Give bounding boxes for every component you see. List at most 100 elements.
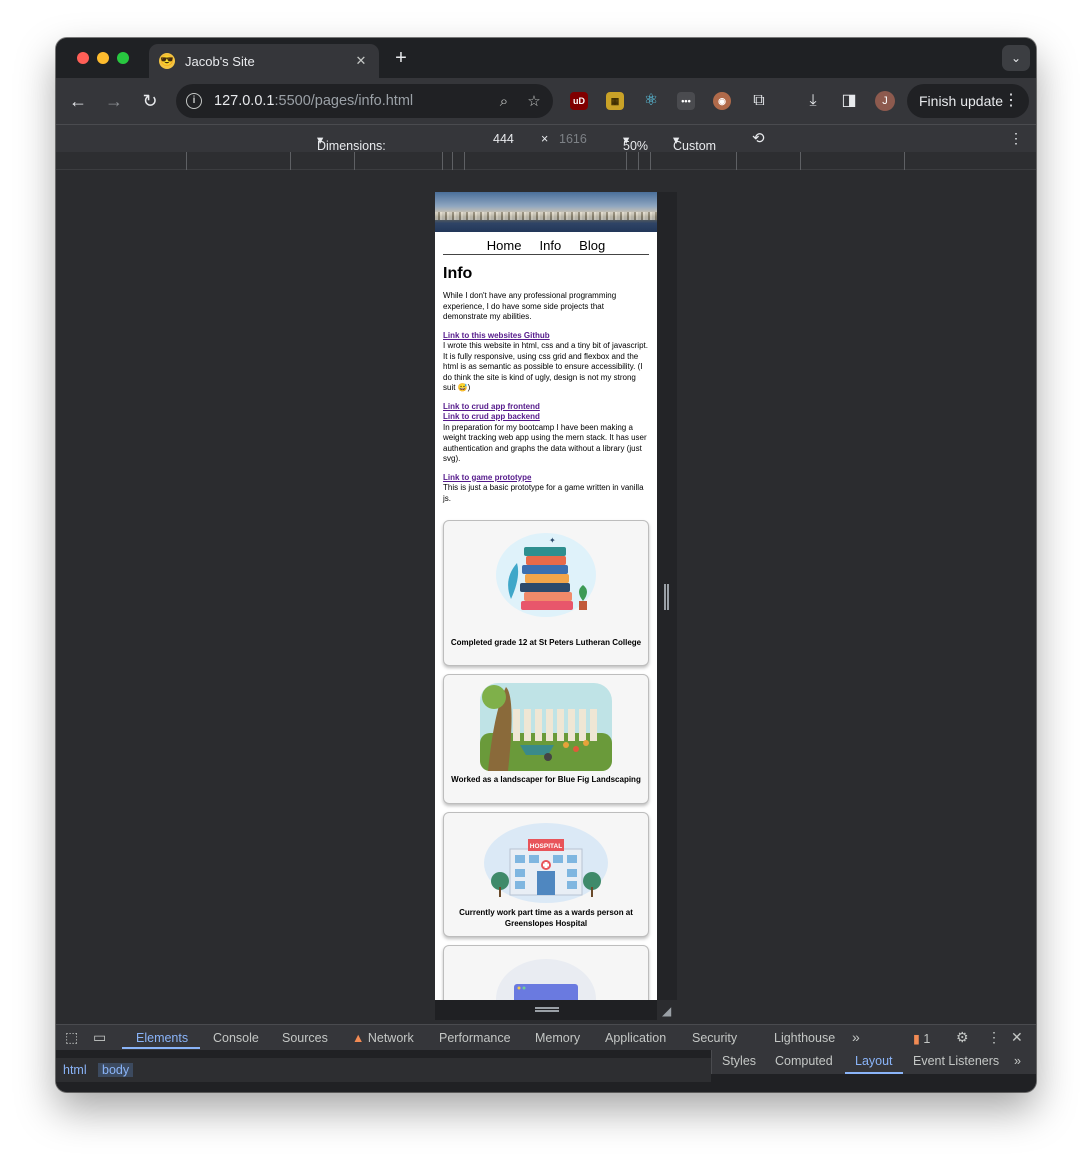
extension-dots-icon[interactable]: ••• — [677, 92, 695, 110]
close-window-button[interactable] — [77, 52, 89, 64]
nav-info-link[interactable]: Info — [538, 238, 562, 253]
dimensions-dropdown[interactable]: Dimensions: Responsive ▾ — [317, 132, 386, 167]
devtools-menu-icon[interactable]: ⋮ — [987, 1029, 1001, 1046]
hospital-sign-text: HOSPITAL — [530, 843, 562, 850]
emulated-page: Home Info Blog Info While I don't have a… — [435, 192, 657, 1000]
crud-description: In preparation for my bootcamp I have be… — [443, 422, 647, 464]
nav-home-link[interactable]: Home — [486, 238, 523, 253]
devtools-tabbar: ⬚ ▭ Elements Console Sources ▲ Network P… — [56, 1024, 1036, 1050]
site-info-icon[interactable]: i — [186, 93, 202, 109]
tab-memory[interactable]: Memory — [535, 1031, 580, 1045]
media-query-bar[interactable] — [56, 152, 1036, 170]
side-panel-icon[interactable]: ◨ — [838, 89, 860, 113]
tab-computed[interactable]: Computed — [775, 1054, 833, 1068]
device-toolbar-icon[interactable]: ▭ — [93, 1029, 106, 1046]
browser-toolbar: ← → ↻ i 127.0.0.1:5500/pages/info.html ⌕… — [56, 78, 1036, 124]
dimension-separator: × — [541, 132, 549, 146]
styles-tabbar: Styles Computed Layout Event Listeners » — [711, 1050, 1036, 1074]
tab-layout[interactable]: Layout — [855, 1054, 893, 1068]
tab-search-button[interactable]: ⌄ — [1002, 45, 1030, 71]
tab-styles[interactable]: Styles — [722, 1054, 756, 1068]
site-nav: Home Info Blog — [443, 238, 649, 255]
close-tab-icon[interactable]: ✕ — [353, 53, 369, 69]
bookmark-star-icon[interactable]: ☆ — [523, 92, 545, 110]
resize-handle-bottom[interactable] — [435, 1000, 657, 1020]
tab-application[interactable]: Application — [605, 1031, 666, 1045]
header-banner-image — [435, 192, 657, 232]
more-options-icon[interactable]: ⋮ — [1009, 130, 1023, 147]
address-bar[interactable]: i 127.0.0.1:5500/pages/info.html ⌕ ☆ — [176, 84, 553, 118]
minimize-window-button[interactable] — [97, 52, 109, 64]
forward-icon[interactable]: → — [102, 89, 126, 113]
zoom-dropdown[interactable]: 50% ▾ — [623, 132, 648, 153]
tab-sources[interactable]: Sources — [282, 1031, 328, 1045]
svg-text:✦: ✦ — [549, 536, 556, 545]
extensions-puzzle-icon[interactable]: ⧉ — [748, 89, 770, 113]
experience-card: HOSPITAL Currently work part time as a w… — [443, 812, 649, 937]
card-caption: Currently work part time as a wards pers… — [459, 908, 633, 928]
warning-icon: ▲ — [352, 1031, 365, 1045]
rotate-icon[interactable]: ⟲ — [752, 129, 765, 147]
intro-paragraph: While I don't have any professional prog… — [443, 291, 617, 321]
crud-frontend-link[interactable]: Link to crud app frontend — [443, 402, 649, 413]
react-devtools-icon[interactable]: ⚛ — [640, 89, 662, 113]
finish-update-button[interactable]: Finish update ⋮ — [907, 84, 1029, 118]
nav-blog-link[interactable]: Blog — [578, 238, 606, 253]
title-bar: 😎 Jacob's Site ✕ + ⌄ — [56, 38, 1036, 78]
tab-title: Jacob's Site — [185, 53, 255, 69]
experience-card: Worked as a landscaper for Blue Fig Land… — [443, 674, 649, 804]
zoom-icon[interactable]: ⌕ — [493, 93, 515, 110]
ublock-extension-icon[interactable]: uD — [570, 92, 588, 110]
page-heading: Info — [443, 265, 473, 282]
tab-console[interactable]: Console — [213, 1031, 259, 1045]
device-toolbar: Dimensions: Responsive ▾ 444 × 1616 50% … — [56, 124, 1036, 167]
issues-icon: ▮ — [913, 1032, 920, 1046]
books-icon: ✦ — [496, 533, 596, 617]
close-devtools-icon[interactable]: ✕ — [1011, 1029, 1023, 1046]
browser-window: 😎 Jacob's Site ✕ + ⌄ ← → ↻ i 127.0.0.1:5… — [56, 38, 1036, 1092]
resize-handle-right[interactable] — [664, 584, 669, 610]
throttle-dropdown[interactable]: Custom ▾ — [673, 132, 716, 153]
tab-network[interactable]: ▲ Network — [352, 1031, 414, 1045]
game-link[interactable]: Link to game prototype — [443, 473, 649, 484]
new-tab-button[interactable]: + — [390, 47, 412, 70]
extension-face-icon[interactable]: ◉ — [713, 92, 731, 110]
crud-backend-link[interactable]: Link to crud app backend — [443, 412, 649, 423]
experience-card: ✦ Completed grade 12 at St Peters Luther… — [443, 520, 649, 666]
garden-icon — [480, 683, 612, 771]
inspect-element-icon[interactable]: ⬚ — [65, 1029, 78, 1046]
game-description: This is just a basic prototype for a gam… — [443, 483, 644, 503]
breadcrumb: html body — [56, 1058, 711, 1082]
extension-icon[interactable]: ▦ — [606, 92, 624, 110]
github-link[interactable]: Link to this websites Github — [443, 331, 649, 342]
laptop-icon — [496, 959, 596, 1000]
width-input[interactable]: 444 — [493, 132, 514, 146]
maximize-window-button[interactable] — [117, 52, 129, 64]
hospital-icon: HOSPITAL — [484, 823, 608, 903]
resize-corner-icon[interactable]: ◢ — [662, 1004, 671, 1018]
tab-lighthouse[interactable]: Lighthouse — [774, 1031, 835, 1045]
back-icon[interactable]: ← — [66, 89, 90, 113]
breadcrumb-html[interactable]: html — [63, 1063, 87, 1077]
profile-avatar[interactable]: J — [875, 91, 895, 111]
experience-card — [443, 945, 649, 1000]
height-input[interactable]: 1616 — [559, 132, 587, 146]
breadcrumb-body[interactable]: body — [98, 1063, 134, 1077]
browser-tab[interactable]: 😎 Jacob's Site ✕ — [149, 44, 379, 78]
more-side-tabs-icon[interactable]: » — [1014, 1054, 1021, 1068]
more-tabs-chevron-icon[interactable]: » — [852, 1029, 860, 1045]
reload-icon[interactable]: ↻ — [138, 89, 162, 113]
tab-performance[interactable]: Performance — [439, 1031, 511, 1045]
issues-badge[interactable]: ▮ 1 — [913, 1031, 930, 1046]
card-caption: Completed grade 12 at St Peters Lutheran… — [450, 638, 642, 647]
settings-gear-icon[interactable]: ⚙ — [956, 1029, 969, 1046]
tab-security[interactable]: Security — [692, 1031, 737, 1045]
card-caption: Worked as a landscaper for Blue Fig Land… — [451, 775, 641, 784]
url-text[interactable]: 127.0.0.1:5500/pages/info.html — [214, 93, 493, 109]
favicon-icon: 😎 — [159, 53, 175, 69]
tab-event-listeners[interactable]: Event Listeners — [913, 1054, 999, 1068]
menu-dots-icon[interactable]: ⋮ — [1003, 84, 1019, 118]
tab-elements[interactable]: Elements — [136, 1031, 188, 1045]
github-description: I wrote this website in html, css and a … — [443, 341, 648, 392]
download-icon[interactable]: ⤓ — [802, 89, 824, 113]
